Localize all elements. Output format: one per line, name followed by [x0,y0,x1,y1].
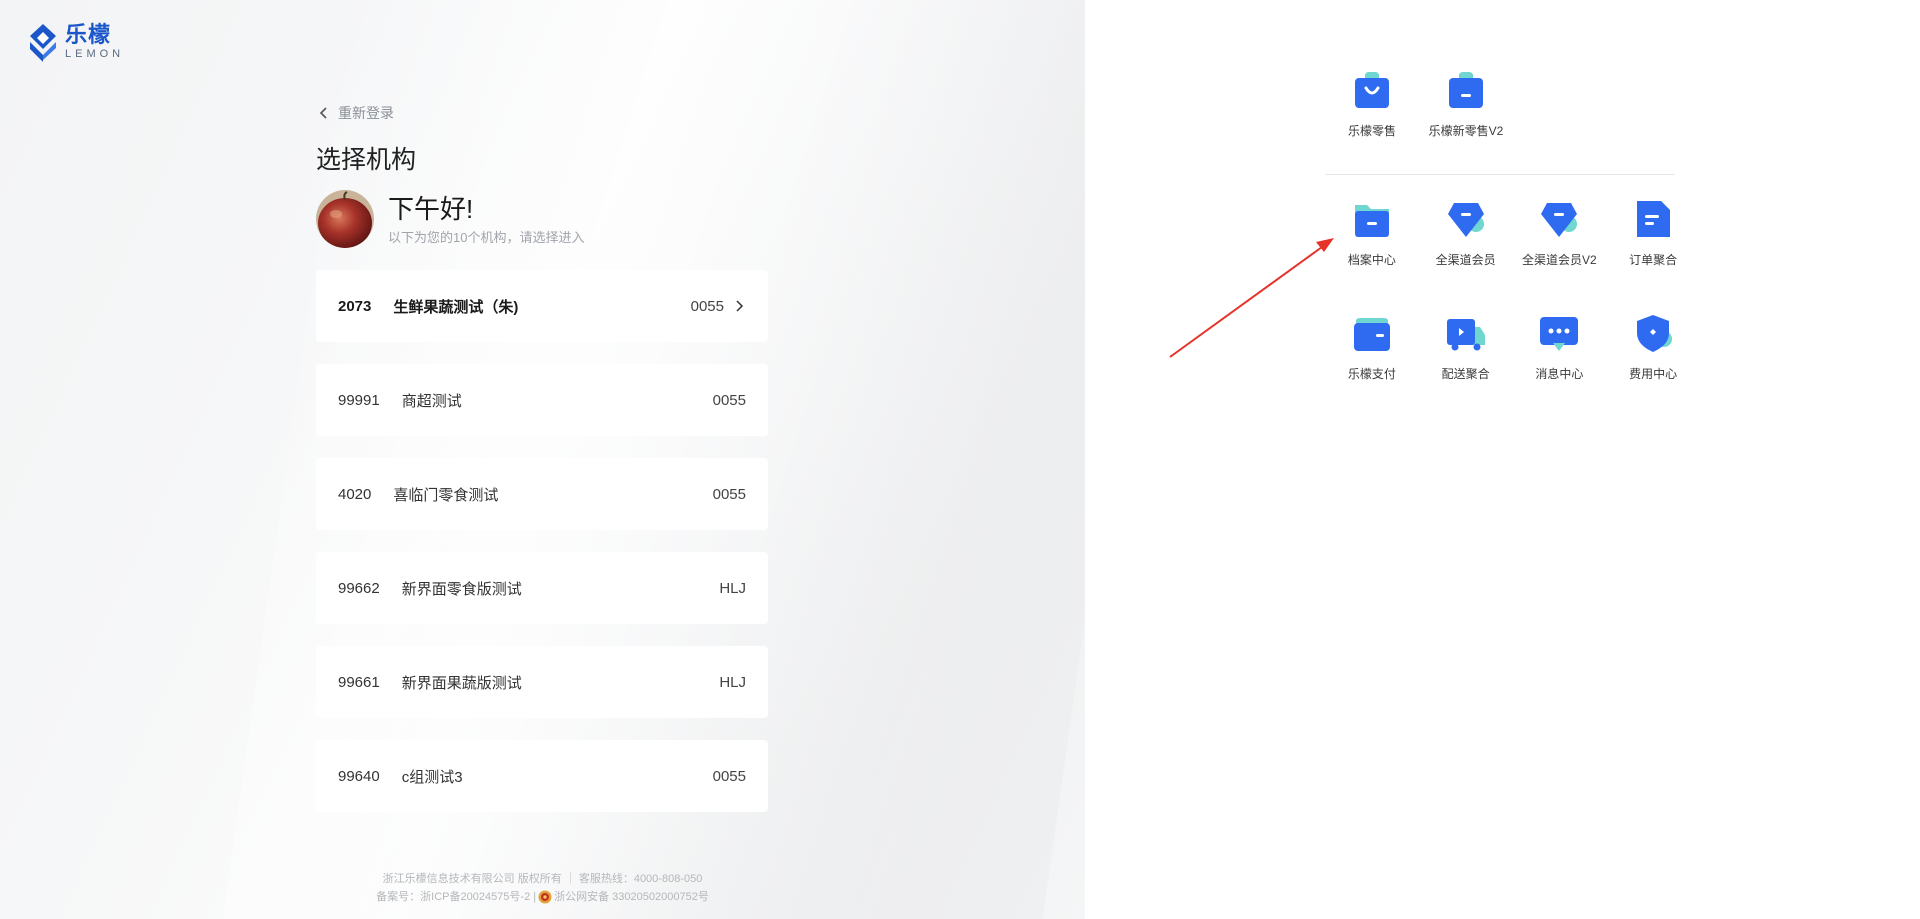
app-label: 订单聚合 [1629,253,1678,267]
lemon-logo: 乐檬 LEMON [27,22,124,62]
app-label: 消息中心 [1535,367,1584,381]
org-tag: 0055 [712,485,746,503]
app-order-aggregation[interactable]: 订单聚合 [1606,199,1700,299]
app-grid: 乐檬零售 乐檬新零售V2 档案中心 全渠道会员 全渠道会员V2 订单聚合 乐檬支… [1325,70,1700,413]
app-message-center[interactable]: 消息中心 [1513,313,1607,413]
org-item[interactable]: 4020 喜临门零食测试 0055 [316,458,768,530]
app-expense-center[interactable]: 费用中心 [1606,313,1700,413]
footer-police-record[interactable]: 浙公网安备 33020502000752号 [554,888,709,906]
org-name: 商超测试 [401,392,462,410]
org-item[interactable]: 99661 新界面果蔬版测试 HLJ [316,646,768,718]
app-omni-member[interactable]: 全渠道会员 [1419,199,1513,299]
org-list: 2073 生鲜果蔬测试（朱) 0055 99991 商超测试 0055 4020… [316,270,768,812]
org-code: 99991 [338,391,380,409]
app-omni-member-v2[interactable]: 全渠道会员V2 [1513,199,1607,299]
org-item[interactable]: 2073 生鲜果蔬测试（朱) 0055 [316,270,768,342]
app-label: 档案中心 [1347,253,1396,267]
footer-copyright: 浙江乐檬信息技术有限公司 版权所有 ｜ 客服热线：4000-808-050 [382,873,703,885]
org-item[interactable]: 99640 c组测试3 0055 [316,740,768,812]
app-label: 全渠道会员V2 [1522,253,1597,267]
shield-icon [1637,315,1673,352]
brand-name: 乐檬 [65,22,112,47]
org-tag: HLJ [719,673,746,691]
app-label: 全渠道会员 [1435,253,1496,267]
chevron-left-icon [319,107,327,119]
app-label: 配送聚合 [1441,367,1490,381]
app-archive-center[interactable]: 档案中心 [1325,199,1419,299]
truck-icon [1446,319,1485,351]
greeting-subtitle: 以下为您的10个机构，请选择进入 [388,229,585,245]
relogin-label: 重新登录 [338,105,394,121]
org-tag: 0055 [712,767,746,785]
relogin-link[interactable]: 重新登录 [316,100,768,126]
org-tag: 0055 [712,391,746,409]
login-left-panel: 乐檬 LEMON 重新登录 选择机构 下午好! 以下为您的10个机构，请选择进入… [0,0,1085,919]
org-name: 生鲜果蔬测试（朱) [393,298,519,316]
app-label: 乐檬零售 [1347,124,1396,138]
org-tag: HLJ [719,579,746,597]
footer: 浙江乐檬信息技术有限公司 版权所有 ｜ 客服热线：4000-808-050 备案… [290,870,795,906]
org-code: 99661 [338,673,380,691]
diamond-icon [1541,203,1578,237]
brand-name-en: LEMON [65,48,125,60]
shopping-bag-icon [1355,72,1389,108]
app-group-divider [1325,174,1675,175]
org-name: 新界面零食版测试 [401,580,522,598]
org-name: 喜临门零食测试 [393,486,499,504]
avatar [316,190,374,248]
app-lemon-pay[interactable]: 乐檬支付 [1325,313,1419,413]
greeting: 下午好! 以下为您的10个机构，请选择进入 [316,190,768,248]
wallet-icon [1353,318,1390,351]
app-label: 乐檬新零售V2 [1428,124,1504,138]
footer-icp[interactable]: 备案号：浙ICP备20024575号-2 | [376,888,536,906]
app-lemon-new-retail-v2[interactable]: 乐檬新零售V2 [1419,70,1513,170]
apple-avatar-image [316,190,374,248]
app-lemon-retail[interactable]: 乐檬零售 [1325,70,1419,170]
message-icon [1540,317,1579,351]
police-badge-icon [538,890,552,904]
app-label: 费用中心 [1629,367,1678,381]
org-tag: 0055 [690,297,724,315]
app-label: 乐檬支付 [1347,367,1396,381]
org-code: 4020 [338,485,372,503]
shopping-bag-icon [1449,72,1483,108]
org-name: 新界面果蔬版测试 [401,674,522,692]
lemon-logo-icon [30,24,56,62]
org-code: 99640 [338,767,380,785]
diamond-icon [1447,203,1484,237]
app-row: 乐檬零售 乐檬新零售V2 [1325,70,1700,170]
app-delivery-aggregation[interactable]: 配送聚合 [1419,313,1513,413]
org-code: 2073 [338,297,372,315]
org-item[interactable]: 99991 商超测试 0055 [316,364,768,436]
app-row: 档案中心 全渠道会员 全渠道会员V2 订单聚合 [1325,199,1700,299]
app-row: 乐檬支付 配送聚合 消息中心 费用中心 [1325,313,1700,413]
greeting-title: 下午好! [388,193,474,224]
page-title: 选择机构 [316,146,417,174]
org-select-content: 重新登录 选择机构 下午好! 以下为您的10个机构，请选择进入 2073 生鲜果… [316,100,768,834]
document-icon [1637,201,1671,237]
org-name: c组测试3 [401,768,463,786]
folder-icon [1354,205,1389,237]
chevron-right-icon [736,300,744,312]
org-code: 99662 [338,579,380,597]
org-item[interactable]: 99662 新界面零食版测试 HLJ [316,552,768,624]
